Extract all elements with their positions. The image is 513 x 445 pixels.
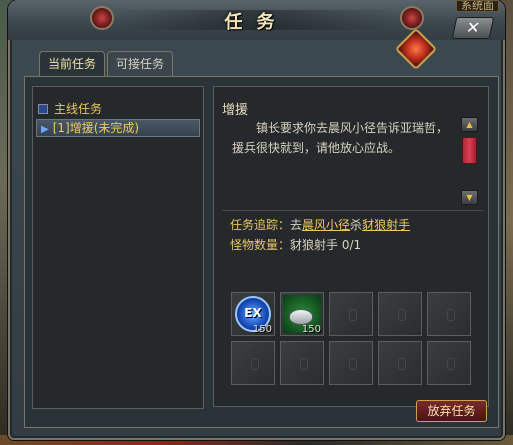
- close-button[interactable]: ✕: [451, 17, 495, 39]
- detail-divider: [222, 210, 484, 211]
- quest-title: 增援: [222, 103, 249, 118]
- tab-current-quests[interactable]: 当前任务: [39, 51, 105, 76]
- triangle-right-icon: ▶: [41, 124, 49, 135]
- reward-slot-empty[interactable]: [280, 341, 324, 385]
- track-monster-link[interactable]: 豺狼射手: [362, 218, 410, 232]
- reward-slot-empty[interactable]: [231, 341, 275, 385]
- description-scrollbar[interactable]: ▲ ▼: [461, 117, 478, 205]
- quest-list-item[interactable]: ▶ [1]增援(未完成): [36, 119, 200, 137]
- reward-slot[interactable]: EX 150: [231, 292, 275, 336]
- monster-count: 怪物数量：豺狼射手 0/1: [230, 236, 361, 253]
- reward-slot-empty[interactable]: [427, 292, 471, 336]
- track-location-link[interactable]: 晨风小径: [302, 218, 350, 232]
- window-title: 任务: [224, 12, 289, 33]
- track-middle: 杀: [350, 218, 363, 232]
- quest-category-header[interactable]: 主线任务: [38, 100, 102, 116]
- reward-slots: EX 150 150: [231, 292, 471, 387]
- quest-tracking: 任务追踪：去晨风小径杀豺狼射手: [230, 216, 410, 233]
- reward-slot[interactable]: 150: [280, 292, 324, 336]
- track-label: 任务追踪：: [230, 218, 291, 232]
- scroll-down-button[interactable]: ▼: [461, 190, 478, 205]
- track-prefix: 去: [290, 218, 303, 232]
- reward-slot-empty[interactable]: [378, 341, 422, 385]
- quest-description: 镇长要求你去晨风小径告诉亚瑞哲，援兵很快就到，请他放心应战。: [232, 121, 449, 155]
- tab-available-quests[interactable]: 可接任务: [107, 51, 173, 76]
- reward-slot-empty[interactable]: [329, 292, 373, 336]
- scroll-thumb[interactable]: [462, 137, 477, 164]
- reward-count: 150: [301, 324, 321, 335]
- collapse-icon[interactable]: [38, 103, 48, 114]
- scroll-up-button[interactable]: ▲: [461, 117, 478, 132]
- monster-count-value: 豺狼射手 0/1: [290, 238, 362, 252]
- reward-slot-empty[interactable]: [329, 341, 373, 385]
- monster-count-label: 怪物数量：: [230, 238, 291, 252]
- reward-slot-empty[interactable]: [427, 341, 471, 385]
- reward-slot-empty[interactable]: [378, 292, 422, 336]
- quest-list-item-label: [1]增援(未完成): [52, 121, 140, 135]
- reward-count: 150: [252, 324, 272, 335]
- abandon-quest-button[interactable]: 放弃任务: [416, 400, 487, 422]
- quest-category-label: 主线任务: [54, 102, 103, 116]
